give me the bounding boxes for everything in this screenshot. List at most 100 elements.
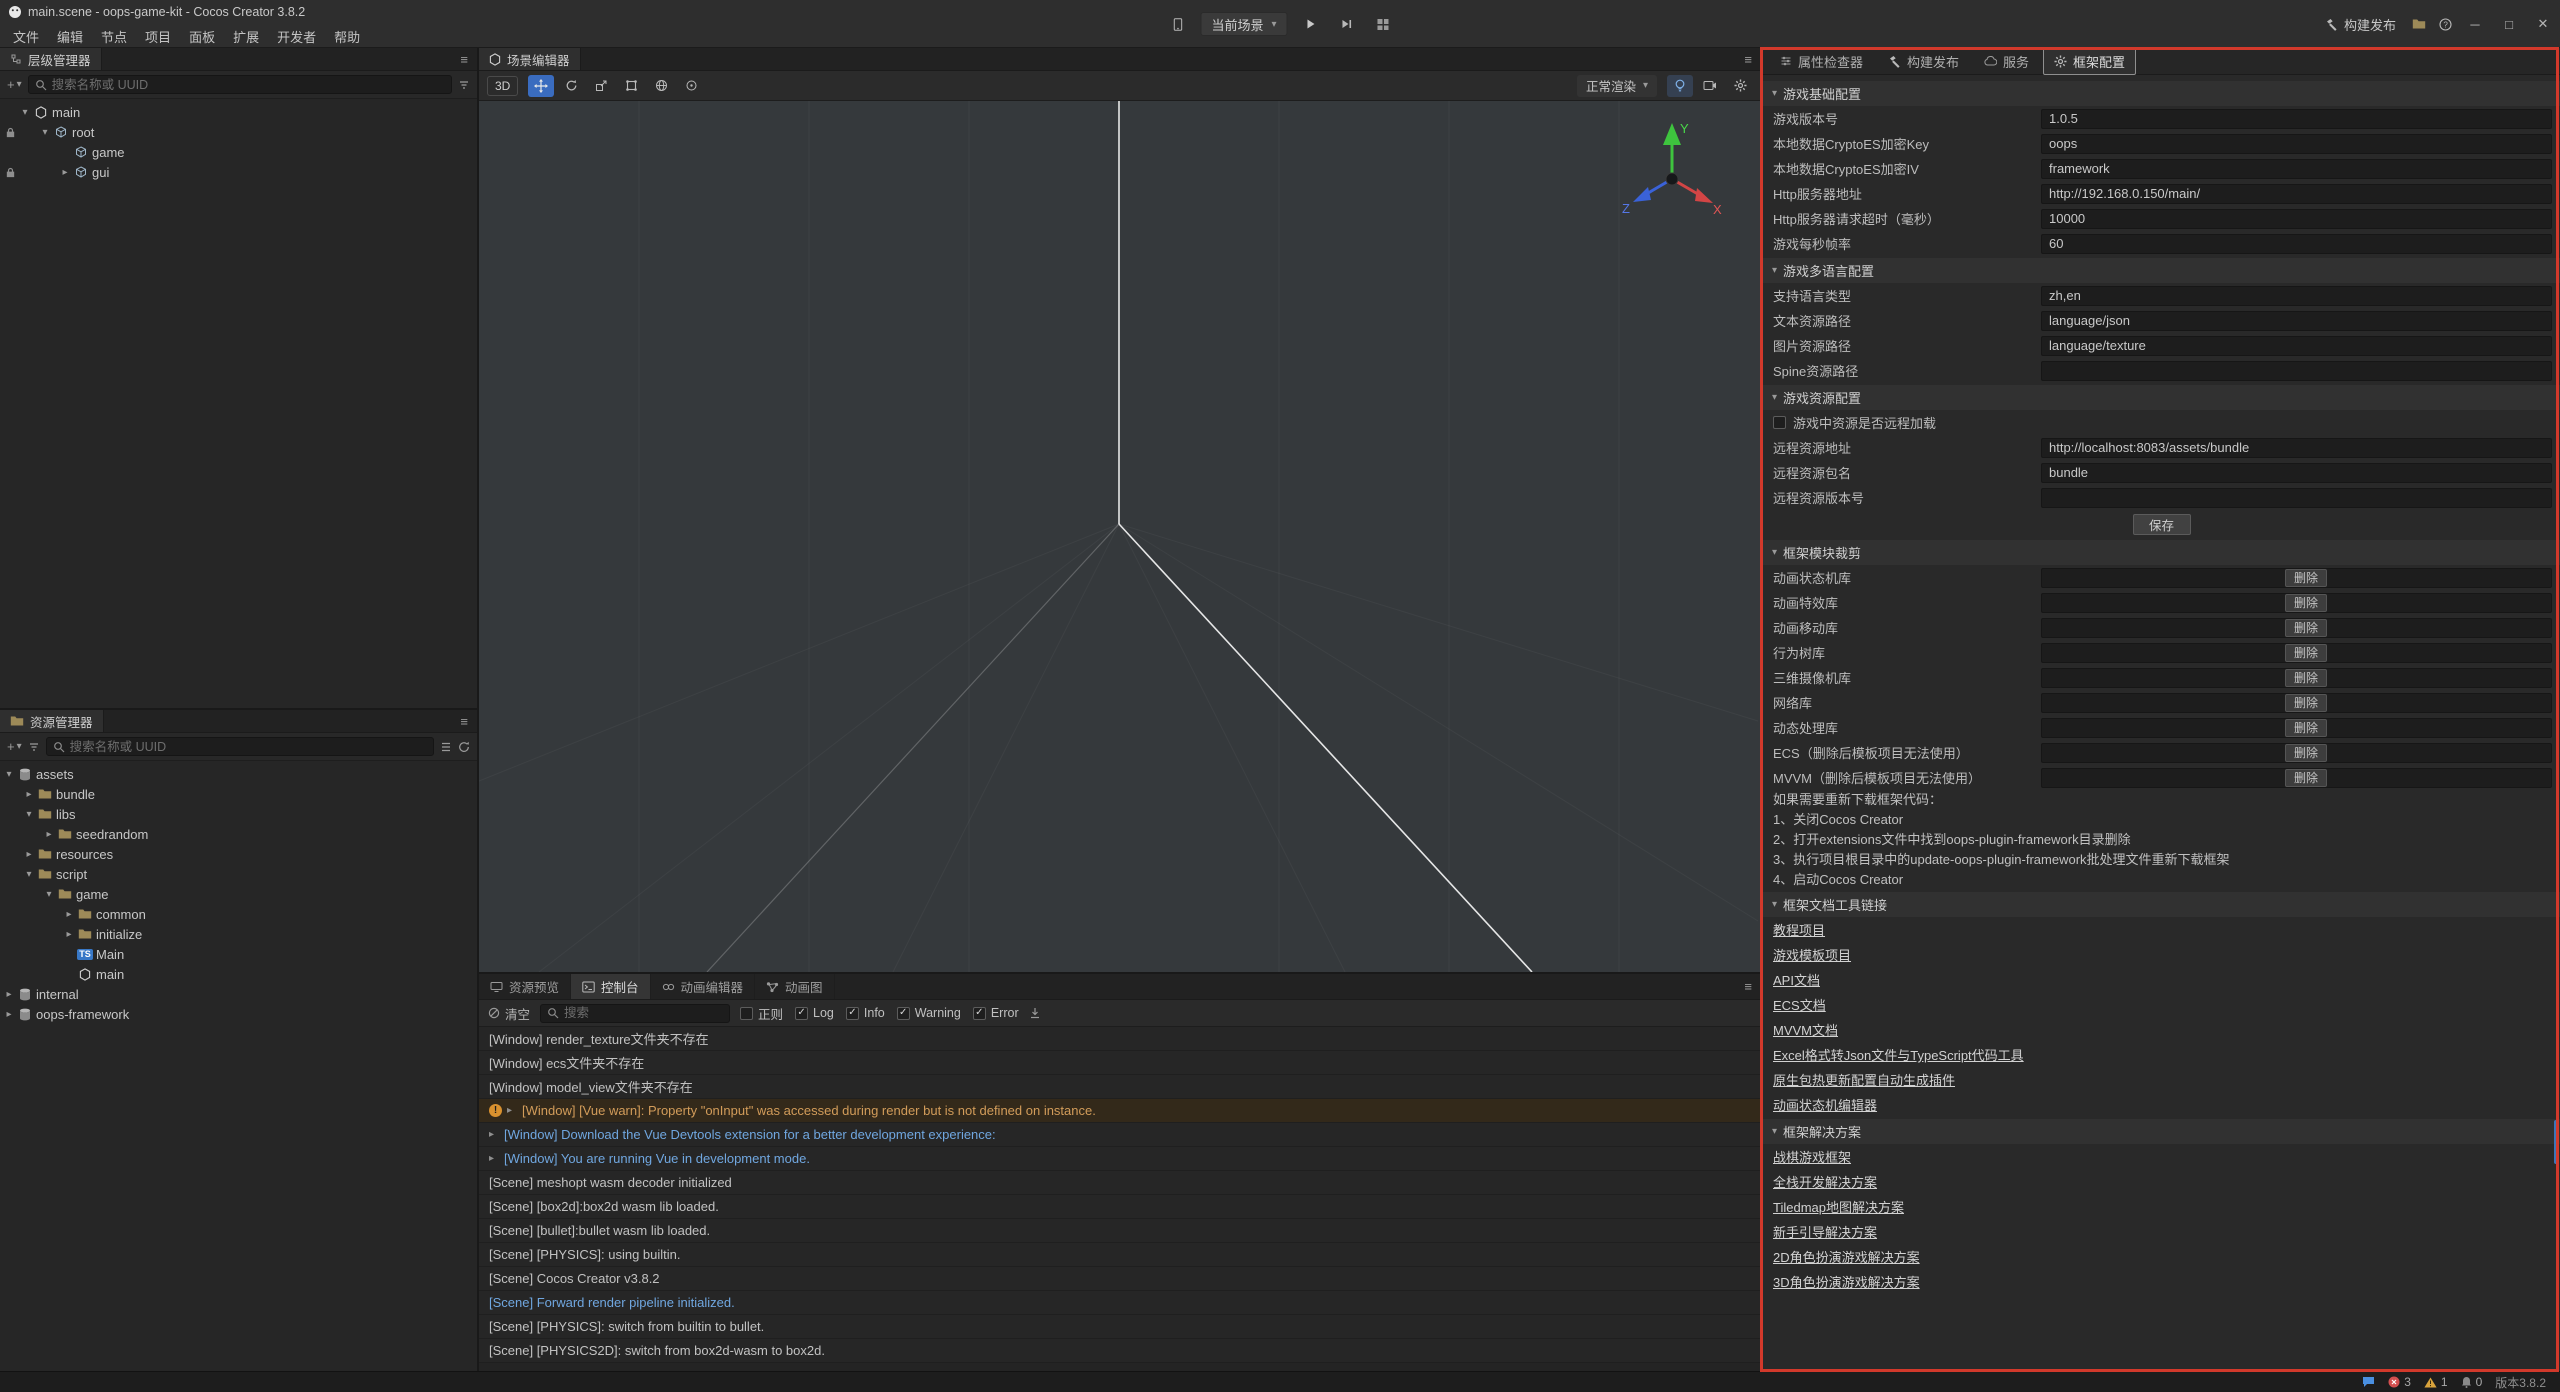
rotate-tool-button[interactable]: [558, 75, 584, 97]
expanded-arrow-icon[interactable]: ▾: [18, 107, 32, 118]
collapsed-arrow-icon[interactable]: ▸: [2, 1009, 16, 1020]
scene-selector[interactable]: 当前场景 ▾: [1200, 12, 1287, 36]
tree-row-main[interactable]: main: [0, 964, 477, 984]
section-header-2[interactable]: ▾游戏资源配置: [1763, 385, 2560, 410]
tree-row-resources[interactable]: ▸resources: [0, 844, 477, 864]
scale-tool-button[interactable]: [588, 75, 614, 97]
error-counter[interactable]: 3: [2388, 1375, 2411, 1389]
filter-button[interactable]: [458, 79, 470, 91]
expanded-arrow-icon[interactable]: ▾: [22, 869, 36, 880]
log-row[interactable]: !▸[Window] [Vue warn]: Property "onInput…: [479, 1099, 1761, 1123]
section-header-5[interactable]: ▾框架解决方案: [1763, 1119, 2560, 1144]
scene-light-toggle[interactable]: [1667, 75, 1693, 97]
doc-link[interactable]: 2D角色扮演游戏解决方案: [1773, 1247, 1920, 1266]
expand-arrow-icon[interactable]: ▸: [507, 1105, 522, 1116]
filter-log-checkbox[interactable]: ✓Log: [795, 1006, 834, 1020]
panel-menu-icon[interactable]: ≡: [1735, 52, 1761, 67]
tree-row-main[interactable]: ▾main: [0, 102, 477, 122]
collapsed-arrow-icon[interactable]: ▸: [62, 929, 76, 940]
doc-link[interactable]: 全栈开发解决方案: [1773, 1172, 1877, 1191]
collapsed-arrow-icon[interactable]: ▸: [22, 849, 36, 860]
render-mode-select[interactable]: 正常渲染 ▾: [1577, 75, 1657, 97]
sort-assets-button[interactable]: [28, 741, 40, 753]
doc-link[interactable]: 动画状态机编辑器: [1773, 1095, 1877, 1114]
log-row[interactable]: [Scene] [PHYSICS2D]: switch from box2d-w…: [479, 1339, 1761, 1363]
pivot-button[interactable]: [678, 75, 704, 97]
log-row[interactable]: [Scene] meshopt wasm decoder initialized: [479, 1171, 1761, 1195]
log-row[interactable]: ▸[Window] Download the Vue Devtools exte…: [479, 1123, 1761, 1147]
tree-row-script[interactable]: ▾script: [0, 864, 477, 884]
field-input[interactable]: http://localhost:8083/assets/bundle: [2041, 438, 2552, 458]
tree-row-common[interactable]: ▸common: [0, 904, 477, 924]
menu-item[interactable]: 节点: [92, 27, 136, 46]
hierarchy-search[interactable]: [28, 75, 452, 94]
expand-arrow-icon[interactable]: ▸: [489, 1129, 504, 1140]
log-row[interactable]: [Scene] [box2d]:box2d wasm lib loaded.: [479, 1195, 1761, 1219]
delete-button[interactable]: 删除: [2285, 719, 2327, 737]
doc-link[interactable]: Tiledmap地图解决方案: [1773, 1197, 1904, 1216]
expanded-arrow-icon[interactable]: ▾: [2, 769, 16, 780]
menu-item[interactable]: 文件: [4, 27, 48, 46]
tree-row-oops-framework[interactable]: ▸oops-framework: [0, 1004, 477, 1024]
filter-error-checkbox[interactable]: ✓Error: [973, 1006, 1019, 1020]
build-publish-button[interactable]: 构建发布: [2315, 11, 2406, 37]
field-input[interactable]: [2041, 488, 2552, 508]
inspector-tab-2[interactable]: 服务: [1973, 48, 2040, 75]
collapsed-arrow-icon[interactable]: ▸: [22, 789, 36, 800]
filter-info-checkbox[interactable]: ✓Info: [846, 1006, 885, 1020]
tree-row-game[interactable]: game: [0, 142, 477, 162]
field-input[interactable]: language/texture: [2041, 336, 2552, 356]
move-tool-button[interactable]: [528, 75, 554, 97]
tree-row-internal[interactable]: ▸internal: [0, 984, 477, 1004]
refresh-button[interactable]: [458, 741, 470, 753]
doc-link[interactable]: 游戏模板项目: [1773, 945, 1851, 964]
list-view-button[interactable]: [440, 741, 452, 753]
warning-counter[interactable]: 1: [2424, 1375, 2448, 1389]
inspector-tab-3[interactable]: 框架配置: [2043, 48, 2136, 75]
field-input[interactable]: framework: [2041, 159, 2552, 179]
console-tab-2[interactable]: 动画编辑器: [651, 974, 756, 999]
scene-camera-button[interactable]: [1697, 75, 1723, 97]
console-search-input[interactable]: [564, 1006, 723, 1020]
hierarchy-tab[interactable]: 层级管理器: [0, 48, 102, 70]
field-input[interactable]: [2041, 361, 2552, 381]
tree-row-seedrandom[interactable]: ▸seedrandom: [0, 824, 477, 844]
section-header-0[interactable]: ▾游戏基础配置: [1763, 81, 2560, 106]
collapsed-arrow-icon[interactable]: ▸: [58, 167, 72, 178]
help-button[interactable]: ?: [2432, 12, 2458, 36]
regex-checkbox[interactable]: 正则: [740, 1004, 783, 1023]
menu-item[interactable]: 面板: [180, 27, 224, 46]
doc-link[interactable]: API文档: [1773, 970, 1820, 989]
scene-viewport[interactable]: Y X Z: [479, 101, 1761, 972]
scrollbar-thumb[interactable]: [2554, 1120, 2559, 1164]
delete-button[interactable]: 删除: [2285, 694, 2327, 712]
field-input[interactable]: language/json: [2041, 311, 2552, 331]
doc-link[interactable]: 原生包热更新配置自动生成插件: [1773, 1070, 1955, 1089]
hierarchy-search-input[interactable]: [52, 78, 445, 92]
clear-console-button[interactable]: 清空: [488, 1004, 530, 1023]
section-header-4[interactable]: ▾框架文档工具链接: [1763, 892, 2560, 917]
doc-link[interactable]: MVVM文档: [1773, 1020, 1838, 1039]
doc-link[interactable]: ECS文档: [1773, 995, 1826, 1014]
doc-link[interactable]: Excel格式转Json文件与TypeScript代码工具: [1773, 1045, 2024, 1064]
menu-item[interactable]: 开发者: [268, 27, 325, 46]
expand-arrow-icon[interactable]: ▸: [489, 1153, 504, 1164]
collapsed-arrow-icon[interactable]: ▸: [2, 989, 16, 1000]
log-row[interactable]: [Window] render_texture文件夹不存在: [479, 1027, 1761, 1051]
delete-button[interactable]: 删除: [2285, 744, 2327, 762]
inspector-tab-1[interactable]: 构建发布: [1877, 48, 1970, 75]
tree-row-Main[interactable]: TSMain: [0, 944, 477, 964]
menu-item[interactable]: 项目: [136, 27, 180, 46]
field-input[interactable]: 1.0.5: [2041, 109, 2552, 129]
assets-search[interactable]: [46, 737, 434, 756]
scene-settings-button[interactable]: [1727, 75, 1753, 97]
delete-button[interactable]: 删除: [2285, 769, 2327, 787]
log-row[interactable]: [Window] ecs文件夹不存在: [479, 1051, 1761, 1075]
layout-button[interactable]: [1370, 12, 1396, 36]
axis-gizmo[interactable]: Y X Z: [1617, 117, 1727, 229]
tree-row-game[interactable]: ▾game: [0, 884, 477, 904]
log-row[interactable]: [Scene] [PHYSICS]: using builtin.: [479, 1243, 1761, 1267]
log-row[interactable]: [Scene] [bullet]:bullet wasm lib loaded.: [479, 1219, 1761, 1243]
filter-warning-checkbox[interactable]: ✓Warning: [897, 1006, 961, 1020]
step-button[interactable]: [1334, 12, 1360, 36]
